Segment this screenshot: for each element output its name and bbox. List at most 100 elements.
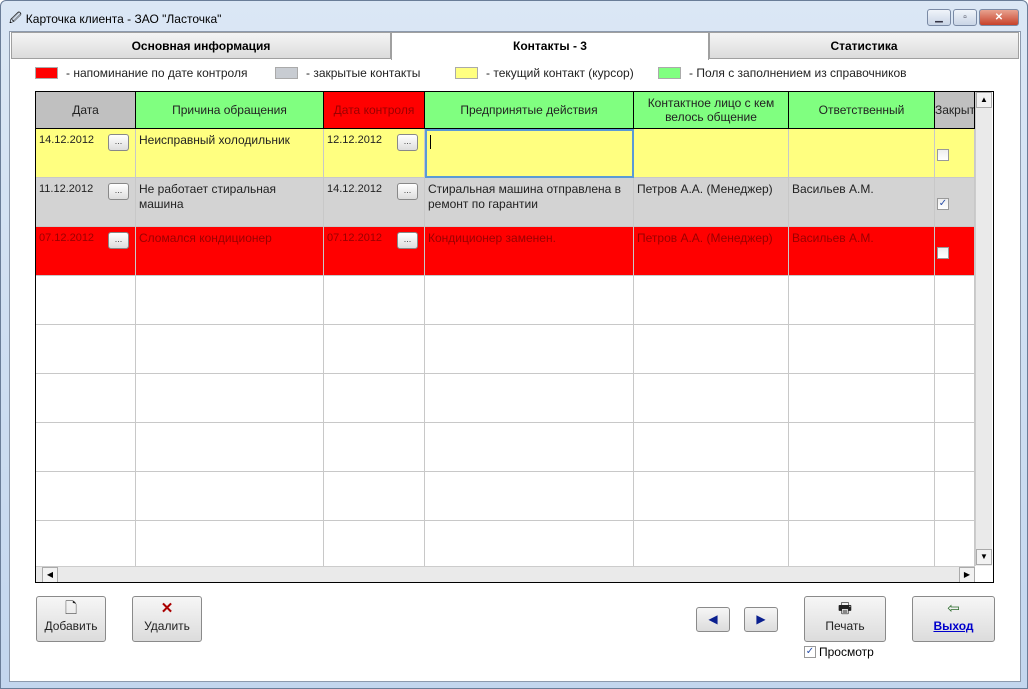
table-row[interactable]: 07.12.2012... Сломался кондиционер 07.12.2…	[36, 227, 975, 276]
column-header-date[interactable]: Дата	[36, 92, 136, 129]
cell-control-date[interactable]	[324, 423, 425, 472]
cell-responsible[interactable]	[789, 374, 935, 423]
empty-row[interactable]	[36, 325, 975, 374]
cell-closed[interactable]	[935, 276, 975, 325]
contacts-grid[interactable]: 14.12.2012... Неисправный холодильник 12.1…	[35, 91, 994, 583]
cell-date[interactable]	[36, 521, 136, 570]
cell-actions[interactable]	[425, 276, 634, 325]
cell-control-date[interactable]	[324, 325, 425, 374]
scroll-down-icon[interactable]: ▼	[976, 549, 992, 565]
empty-row[interactable]	[36, 374, 975, 423]
closed-checkbox[interactable]	[937, 247, 949, 259]
cell-closed[interactable]	[935, 325, 975, 374]
cell-date[interactable]	[36, 325, 136, 374]
cell-closed[interactable]	[935, 374, 975, 423]
cell-closed[interactable]: ✓	[935, 178, 975, 227]
date-picker-button[interactable]: ...	[108, 183, 129, 200]
empty-row[interactable]	[36, 423, 975, 472]
cell-control-date[interactable]	[324, 276, 425, 325]
minimize-button[interactable]: ▁	[927, 9, 951, 26]
cell-date[interactable]	[36, 374, 136, 423]
cell-closed[interactable]	[935, 521, 975, 570]
cell-actions[interactable]	[425, 129, 634, 178]
exit-button[interactable]: ⇦ Выход	[912, 596, 995, 642]
cell-responsible[interactable]	[789, 325, 935, 374]
cell-control-date[interactable]: 12.12.2012...	[324, 129, 425, 178]
scroll-up-icon[interactable]: ▲	[976, 92, 992, 108]
tab-statistics[interactable]: Статистика	[709, 32, 1019, 59]
cell-date[interactable]: 14.12.2012...	[36, 129, 136, 178]
cell-responsible[interactable]	[789, 423, 935, 472]
cell-contact-person[interactable]	[634, 325, 789, 374]
vertical-scrollbar[interactable]: ▲ ▼	[975, 92, 992, 566]
cell-contact-person[interactable]	[634, 276, 789, 325]
cell-reason[interactable]	[136, 423, 324, 472]
cell-reason[interactable]	[136, 325, 324, 374]
tab-contacts[interactable]: Контакты - 3	[391, 32, 709, 60]
column-header-actions[interactable]: Предпринятые действия	[425, 92, 634, 129]
prev-record-button[interactable]: ◀	[696, 607, 730, 632]
cell-responsible[interactable]	[789, 521, 935, 570]
cell-contact-person[interactable]	[634, 521, 789, 570]
column-header-responsible[interactable]: Ответственный	[789, 92, 935, 129]
date-picker-button[interactable]: ...	[108, 134, 129, 151]
closed-checkbox[interactable]: ✓	[937, 198, 949, 210]
cell-contact-person[interactable]: Петров А.А. (Менеджер)	[634, 178, 789, 227]
cell-contact-person[interactable]	[634, 472, 789, 521]
cell-actions[interactable]	[425, 423, 634, 472]
print-button[interactable]: 🖶 Печать	[804, 596, 886, 642]
empty-row[interactable]	[36, 521, 975, 570]
cell-contact-person[interactable]	[634, 423, 789, 472]
column-header-control-date[interactable]: Дата контроля	[324, 92, 425, 129]
scroll-right-icon[interactable]: ▶	[959, 567, 975, 582]
cell-reason[interactable]: Сломался кондиционер	[136, 227, 324, 276]
scroll-left-icon[interactable]: ◀	[42, 567, 58, 582]
date-picker-button[interactable]: ...	[397, 183, 418, 200]
cell-control-date[interactable]	[324, 374, 425, 423]
cell-control-date[interactable]: 14.12.2012...	[324, 178, 425, 227]
cell-reason[interactable]	[136, 521, 324, 570]
preview-checkbox[interactable]: ✓	[804, 646, 816, 658]
column-header-reason[interactable]: Причина обращения	[136, 92, 324, 129]
cell-control-date[interactable]	[324, 521, 425, 570]
cell-actions[interactable]	[425, 521, 634, 570]
cell-responsible[interactable]: Васильев А.М.	[789, 178, 935, 227]
cell-reason[interactable]: Неисправный холодильник	[136, 129, 324, 178]
cell-date[interactable]: 11.12.2012...	[36, 178, 136, 227]
cell-responsible[interactable]	[789, 472, 935, 521]
cell-responsible[interactable]: Васильев А.М.	[789, 227, 935, 276]
cell-contact-person[interactable]: Петров А.А. (Менеджер)	[634, 227, 789, 276]
cell-actions[interactable]: Стиральная машина отправлена в ремонт по…	[425, 178, 634, 227]
cell-responsible[interactable]	[789, 129, 935, 178]
delete-button[interactable]: ✕ Удалить	[132, 596, 202, 642]
close-button[interactable]: ✕	[979, 9, 1019, 26]
cell-closed[interactable]	[935, 472, 975, 521]
cell-responsible[interactable]	[789, 276, 935, 325]
date-picker-button[interactable]: ...	[397, 232, 418, 249]
column-header-closed[interactable]: Закрыт	[935, 92, 975, 129]
cell-reason[interactable]	[136, 472, 324, 521]
add-button[interactable]: 🗋 Добавить	[36, 596, 106, 642]
date-picker-button[interactable]: ...	[108, 232, 129, 249]
empty-row[interactable]	[36, 276, 975, 325]
tab-main-info[interactable]: Основная информация	[11, 32, 391, 59]
cell-actions[interactable]: Кондиционер заменен.	[425, 227, 634, 276]
cell-actions[interactable]	[425, 472, 634, 521]
column-header-contact-person[interactable]: Контактное лицо с кем велось общение	[634, 92, 789, 129]
cell-closed[interactable]	[935, 129, 975, 178]
cell-control-date[interactable]	[324, 472, 425, 521]
cell-contact-person[interactable]	[634, 129, 789, 178]
preview-option[interactable]: ✓ Просмотр	[804, 645, 874, 659]
cell-reason[interactable]	[136, 374, 324, 423]
cell-control-date[interactable]: 07.12.2012...	[324, 227, 425, 276]
cell-date[interactable]	[36, 472, 136, 521]
cell-closed[interactable]	[935, 423, 975, 472]
cell-date[interactable]	[36, 423, 136, 472]
cell-reason[interactable]: Не работает стиральная машина	[136, 178, 324, 227]
date-picker-button[interactable]: ...	[397, 134, 418, 151]
cell-closed[interactable]	[935, 227, 975, 276]
table-row[interactable]: 11.12.2012... Не работает стиральная маши…	[36, 178, 975, 227]
cell-actions[interactable]	[425, 374, 634, 423]
horizontal-scrollbar[interactable]: ◀ ▶	[36, 566, 975, 582]
cell-date[interactable]	[36, 276, 136, 325]
